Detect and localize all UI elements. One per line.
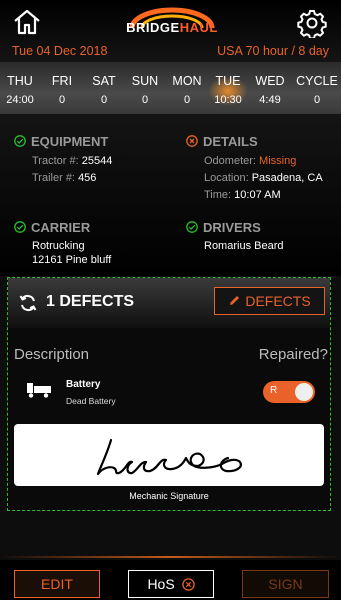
close-circle-icon: [181, 578, 195, 591]
tractor-value: 25544: [81, 155, 113, 167]
carrier-heading: CARRIER: [31, 220, 91, 235]
logo-text-bridge: BRIDGE: [126, 20, 180, 35]
cycle-label: CYCLE: [296, 74, 338, 88]
pencil-icon: [230, 296, 240, 305]
odometer-label: Odometer:: [204, 155, 256, 167]
location-label: Location:: [204, 172, 249, 184]
day-hours: 4:49: [259, 94, 281, 106]
repaired-toggle[interactable]: R: [263, 381, 315, 403]
day-name: WED: [255, 74, 285, 88]
check-circle-icon: [14, 221, 26, 233]
tractor-label: Tractor #:: [32, 155, 79, 167]
app-header: BRIDGEHAUL Tue 04 Dec 2018 USA 70 hour /…: [0, 0, 341, 68]
gear-icon: [297, 10, 327, 40]
defects-count-title: 1 DEFECTS: [46, 293, 135, 310]
defects-button[interactable]: DEFECTS: [214, 287, 325, 315]
repaired-label: Repaired?: [258, 346, 328, 363]
day-name: TUE: [215, 74, 241, 88]
signature-pad[interactable]: [14, 424, 324, 486]
carrier-name: Rotrucking: [32, 240, 85, 252]
cycle-hours: 0: [313, 94, 321, 106]
day-tue[interactable]: TUE 10:30: [208, 62, 248, 114]
defect-item-name: Battery: [66, 379, 101, 390]
time-row: Time: 10:07 AM: [204, 189, 281, 201]
time-label: Time:: [204, 189, 232, 201]
repaired-toggle-label: R: [270, 385, 278, 396]
details-heading: DETAILS: [203, 134, 258, 149]
hours-rule: USA 70 hour / 8 day: [217, 44, 329, 58]
home-icon: [14, 9, 40, 35]
location-row: Location: Pasadena, CA: [204, 172, 323, 184]
time-value: 10:07 AM: [234, 189, 281, 201]
settings-button[interactable]: [297, 8, 327, 40]
edit-button-label: EDIT: [41, 576, 73, 592]
signature-label: Mechanic Signature: [129, 491, 209, 501]
defect-item[interactable]: Battery Dead Battery R: [8, 374, 330, 410]
current-date: Tue 04 Dec 2018: [12, 44, 108, 58]
log-info-section: EQUIPMENT Tractor #: 25544 Trailer #: 45…: [0, 114, 341, 276]
sync-icon[interactable]: [18, 293, 38, 313]
check-circle-icon: [14, 135, 26, 147]
day-wed[interactable]: WED 4:49: [250, 62, 290, 114]
sign-button-label: SIGN: [268, 576, 303, 592]
carrier-address: 12161 Pine bluff: [32, 254, 112, 266]
odometer-row: Odometer: Missing: [204, 155, 296, 167]
footer-bar: EDIT HoS SIGN: [0, 560, 341, 600]
defect-item-description: Dead Battery: [66, 396, 116, 406]
equipment-heading: EQUIPMENT: [31, 134, 109, 149]
trailer-label: Trailer #:: [32, 172, 75, 184]
sign-button[interactable]: SIGN: [242, 570, 329, 598]
signature-drawing: [96, 438, 242, 476]
description-label: Description: [14, 346, 90, 363]
bridgehaul-logo: BRIDGEHAUL: [118, 6, 226, 42]
cycle-total[interactable]: CYCLE 0: [294, 62, 340, 114]
odometer-value: Missing: [259, 155, 297, 167]
error-circle-icon: [186, 135, 198, 147]
home-button[interactable]: [12, 8, 42, 36]
trailer-value: 456: [78, 172, 97, 184]
day-hours: 10:30: [214, 94, 242, 106]
edit-button[interactable]: EDIT: [14, 570, 100, 598]
defects-panel: 1 DEFECTS DEFECTS Description Repaired? …: [7, 277, 331, 511]
check-circle-icon: [186, 221, 198, 233]
driver-name: Romarius Beard: [204, 240, 284, 252]
truck-icon: [27, 383, 51, 398]
day-strip-overlay: TUE 10:30 WED 4:49 CYCLE 0: [0, 62, 341, 114]
tractor-row: Tractor #: 25544: [32, 155, 112, 167]
defects-button-label: DEFECTS: [245, 293, 311, 309]
toggle-knob: [295, 383, 313, 401]
logo-text-haul: HAUL: [179, 20, 218, 35]
hos-button[interactable]: HoS: [128, 570, 214, 598]
hos-button-label: HoS: [147, 576, 175, 592]
drivers-heading: DRIVERS: [203, 220, 261, 235]
location-value: Pasadena, CA: [251, 172, 323, 184]
trailer-row: Trailer #: 456: [32, 172, 96, 184]
footer-divider: [0, 556, 341, 558]
